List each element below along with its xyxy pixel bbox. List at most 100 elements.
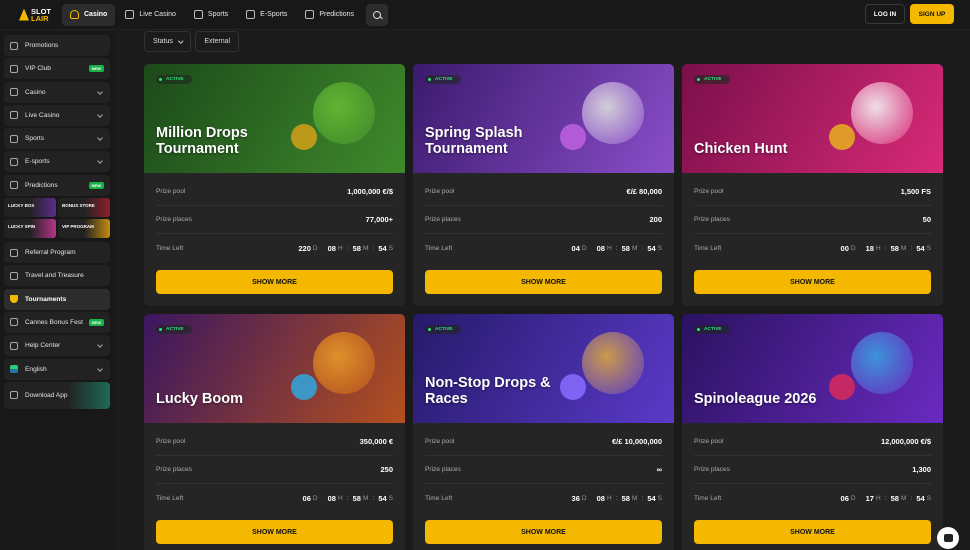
- countdown-days: 04: [571, 243, 580, 253]
- countdown-hours: 18: [865, 243, 874, 253]
- help-icon: [10, 341, 18, 350]
- tournament-card: ACTIVE Chicken Hunt Prize pool 1,500 FS Priz…: [682, 64, 943, 306]
- prize-places-row: Prize places 200: [425, 206, 662, 234]
- promo-tile-bonus-store[interactable]: BONUS STORE: [58, 198, 110, 218]
- banner-art: [851, 82, 913, 144]
- countdown-unit: D: [312, 494, 318, 502]
- countdown-seconds: 54: [916, 493, 925, 503]
- prize-places-value: 77,000+: [365, 215, 393, 224]
- main-nav: Casino Live Casino Sports E-Sports Predictio…: [62, 0, 362, 30]
- download-app-button[interactable]: Download App: [4, 381, 110, 409]
- promo-tile-vip-program[interactable]: VIP PROGRAM: [58, 219, 110, 239]
- countdown-hours: 08: [596, 243, 605, 253]
- tournament-card: ACTIVE Non-Stop Drops & Races Prize pool €/…: [413, 314, 674, 550]
- nav-e-sports[interactable]: E-Sports: [238, 4, 295, 26]
- sidebar-item-referral-program[interactable]: Referral Program: [4, 242, 110, 264]
- sidebar-item-vip-club[interactable]: VIP Club NEW: [4, 58, 110, 80]
- tournament-banner[interactable]: ACTIVE Chicken Hunt: [682, 64, 943, 173]
- countdown-unit: S: [657, 244, 662, 252]
- time-left-label: Time Left: [694, 494, 722, 502]
- prize-places-label: Prize places: [425, 466, 461, 473]
- external-filter[interactable]: External: [195, 31, 240, 52]
- sidebar-item-english[interactable]: English: [4, 358, 110, 380]
- tournament-banner[interactable]: ACTIVE Million Drops Tournament: [144, 64, 405, 173]
- countdown-unit: M: [631, 244, 638, 252]
- new-badge: NEW: [88, 181, 104, 189]
- tournament-banner[interactable]: ACTIVE Spring Splash Tournament: [413, 64, 674, 173]
- sidebar-item-promotions[interactable]: Promotions: [4, 35, 110, 56]
- new-badge: NEW: [88, 318, 104, 326]
- promo-tiles: LUCKY BOX BONUS STORE LUCKY SPIN VIP PROGRA…: [4, 198, 110, 239]
- sidebar-item-help-center[interactable]: Help Center: [4, 335, 110, 357]
- chat-button[interactable]: [937, 527, 959, 549]
- login-button[interactable]: LOG IN: [865, 4, 905, 24]
- sidebar: Promotions VIP Club NEW Casino Live Casino Sp…: [0, 31, 115, 550]
- countdown-seconds: 54: [647, 243, 656, 253]
- countdown-unit: H: [337, 244, 343, 252]
- countdown-hours: 08: [596, 493, 605, 503]
- show-more-button[interactable]: SHOW MORE: [425, 520, 662, 544]
- time-left-row: Time Left 220 D 08 H:58 M:54 S: [156, 234, 393, 262]
- tournament-banner[interactable]: ACTIVE Non-Stop Drops & Races: [413, 314, 674, 423]
- nav-live-casino[interactable]: Live Casino: [117, 4, 184, 26]
- countdown: 06 D 08 H:58 M:54 S: [303, 494, 393, 503]
- sports-icon: [193, 10, 203, 19]
- sidebar-item-live-casino[interactable]: Live Casino: [4, 104, 110, 126]
- tournament-card: ACTIVE Spring Splash Tournament Prize pool…: [413, 64, 674, 306]
- tournament-title: Million Drops Tournament: [156, 125, 248, 157]
- sidebar-item-label: Cannes Bonus Fest: [25, 318, 83, 326]
- tournament-title: Spring Splash Tournament: [425, 125, 523, 157]
- sidebar-item-cannes-bonus-fest[interactable]: Cannes Bonus Fest NEW: [4, 311, 110, 333]
- promo-tile-lucky-box[interactable]: LUCKY BOX: [4, 198, 56, 218]
- nav-predictions[interactable]: Predictions: [297, 4, 362, 26]
- sidebar-item-e-sports[interactable]: E-sports: [4, 151, 110, 173]
- tournament-banner[interactable]: ACTIVE Lucky Boom: [144, 314, 405, 423]
- external-filter-label: External: [204, 38, 231, 45]
- sidebar-item-label: English: [25, 365, 47, 373]
- sidebar-item-tournaments[interactable]: Tournaments: [4, 288, 110, 310]
- countdown-separator: :: [372, 494, 375, 502]
- prize-pool-label: Prize pool: [694, 438, 724, 445]
- countdown-unit: D: [312, 244, 318, 252]
- tournament-title: Lucky Boom: [156, 390, 244, 407]
- countdown-unit: H: [337, 494, 343, 502]
- nav-label: Live Casino: [139, 11, 176, 18]
- predictions-icon: [305, 10, 315, 19]
- sidebar-item-travel-and-treasure[interactable]: Travel and Treasure: [4, 265, 110, 287]
- status-badge: ACTIVE: [425, 75, 461, 84]
- countdown-unit: D: [581, 244, 587, 252]
- countdown-unit: S: [388, 494, 393, 502]
- promo-tile-lucky-spin[interactable]: LUCKY SPIN: [4, 219, 56, 239]
- nav-sports[interactable]: Sports: [186, 4, 236, 26]
- show-more-button[interactable]: SHOW MORE: [156, 270, 393, 294]
- countdown-unit: M: [362, 494, 369, 502]
- countdown-unit: H: [875, 494, 881, 502]
- sidebar-item-casino[interactable]: Casino: [4, 81, 110, 103]
- sidebar-item-predictions[interactable]: Predictions NEW: [4, 174, 110, 196]
- prize-pool-value: 350,000 €: [359, 437, 393, 446]
- sidebar-item-label: Predictions: [25, 181, 58, 189]
- show-more-button[interactable]: SHOW MORE: [694, 520, 931, 544]
- sidebar-item-sports[interactable]: Sports: [4, 128, 110, 150]
- tournament-banner[interactable]: ACTIVE Spinoleague 2026: [682, 314, 943, 423]
- search-button[interactable]: [366, 3, 389, 26]
- brand-logo[interactable]: SLOT LAIR: [8, 0, 62, 30]
- show-more-button[interactable]: SHOW MORE: [694, 270, 931, 294]
- flag-icon: [10, 365, 18, 374]
- show-more-button[interactable]: SHOW MORE: [425, 270, 662, 294]
- status-filter-label: Status: [153, 38, 173, 45]
- countdown-separator: :: [372, 244, 375, 252]
- banner-art: [851, 332, 913, 394]
- show-more-button[interactable]: SHOW MORE: [156, 520, 393, 544]
- countdown-minutes: 58: [890, 493, 899, 503]
- prize-pool-value: 12,000,000 €/$: [880, 437, 931, 446]
- status-filter[interactable]: Status: [144, 31, 192, 52]
- countdown-separator: :: [615, 244, 618, 252]
- prize-places-value: ∞: [656, 465, 662, 474]
- nav-casino[interactable]: Casino: [62, 3, 116, 26]
- countdown-unit: M: [900, 244, 907, 252]
- countdown: 220 D 08 H:58 M:54 S: [298, 244, 393, 253]
- prize-pool-row: Prize pool 1,000,000 €/$: [156, 178, 393, 206]
- prize-places-row: Prize places 77,000+: [156, 206, 393, 234]
- signup-button[interactable]: SIGN UP: [910, 4, 954, 24]
